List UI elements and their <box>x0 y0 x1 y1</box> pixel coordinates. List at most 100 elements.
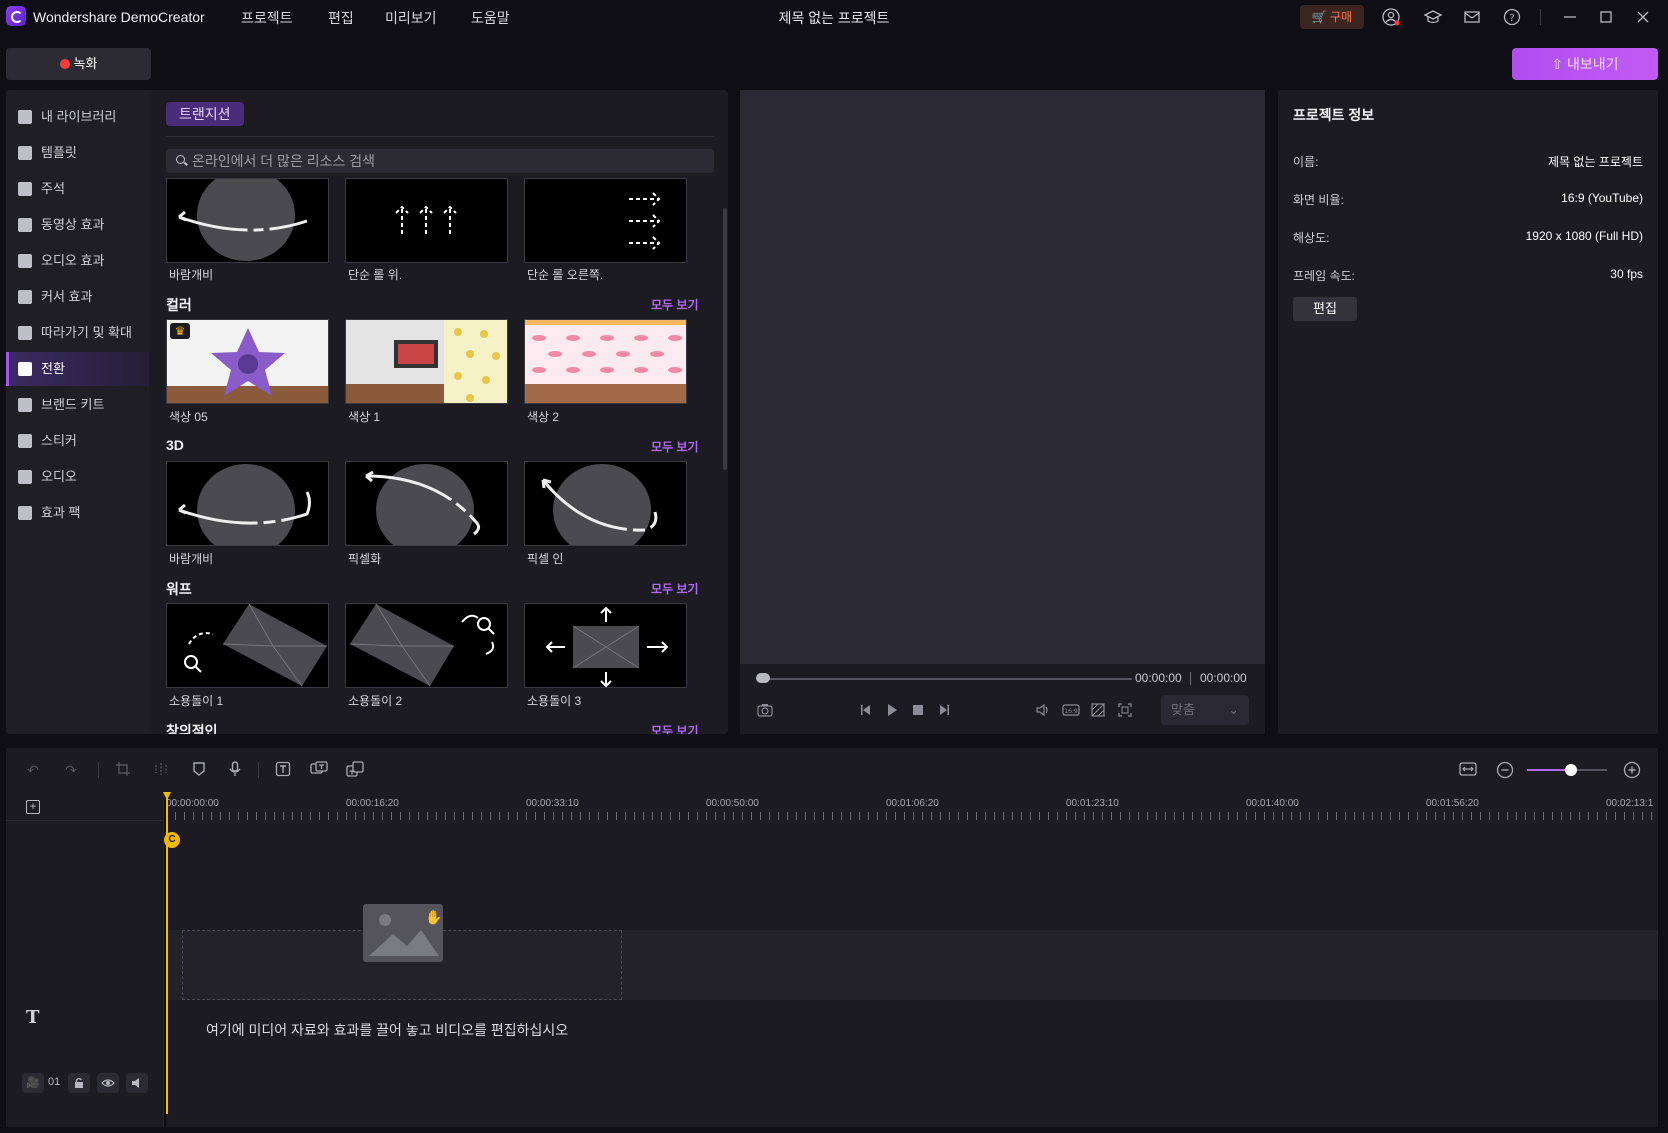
transition-thumb-swirl-1[interactable] <box>166 603 329 688</box>
transition-thumb-3d-pinwheel[interactable] <box>166 461 329 546</box>
cursor-effect-icon <box>18 290 32 304</box>
playhead-handle[interactable]: C <box>164 832 180 848</box>
transition-label: 바람개비 <box>169 268 214 282</box>
speaker-icon[interactable] <box>126 1073 148 1093</box>
buy-button[interactable]: 🛒 구매 <box>1300 5 1364 29</box>
undo-icon[interactable]: ↶ <box>24 761 42 779</box>
see-all-creative-link[interactable]: 모두 보기 <box>651 722 699 734</box>
transition-thumb-roll-up[interactable] <box>345 178 508 263</box>
record-button[interactable]: 녹화 <box>6 48 151 80</box>
crop-icon[interactable] <box>114 761 132 779</box>
safe-zone-icon[interactable] <box>1090 702 1106 718</box>
resource-panel: 트랜지션 온라인에서 더 많은 리소스 검색 바람개비 단순 롤 위. 단순 롤… <box>149 90 728 734</box>
sidebar-item-annotations[interactable]: 주석 <box>6 172 149 206</box>
transition-thumb-color-1[interactable] <box>345 319 508 404</box>
sidebar-item-brand-kit[interactable]: 브랜드 키트 <box>6 388 149 422</box>
info-value-name: 제목 없는 프로젝트 <box>1548 155 1643 169</box>
see-all-warp-link[interactable]: 모두 보기 <box>651 580 699 597</box>
template-icon <box>18 146 32 160</box>
next-frame-icon[interactable] <box>936 702 952 718</box>
academy-icon[interactable] <box>1423 8 1443 26</box>
sidebar-item-zoom-follow[interactable]: 따라가기 및 확대 <box>6 316 149 350</box>
zoom-out-icon[interactable] <box>1496 761 1514 779</box>
swirl-arrow-icon <box>178 210 308 232</box>
transition-thumb-pixel-in[interactable] <box>524 461 687 546</box>
user-icon[interactable] <box>1382 8 1400 26</box>
transition-thumb-color-05[interactable]: ♛ <box>166 319 329 404</box>
title-bar: Wondershare DemoCreator 프로젝트 편집 미리보기 도움말… <box>0 0 1668 34</box>
previous-frame-icon[interactable] <box>858 702 874 718</box>
playhead-marker-icon[interactable] <box>163 792 171 800</box>
redo-icon[interactable]: ↷ <box>62 761 80 779</box>
project-edit-button[interactable]: 편집 <box>1293 297 1357 321</box>
sidebar-item-label: 주석 <box>41 181 65 196</box>
sidebar-item-transitions[interactable]: 전환 <box>6 352 149 386</box>
marker-icon[interactable] <box>190 761 208 779</box>
snapshot-icon[interactable] <box>757 702 773 718</box>
transition-thumb-pinwheel[interactable] <box>166 178 329 263</box>
split-icon[interactable] <box>152 761 170 779</box>
sidebar-item-audio-effects[interactable]: 오디오 효과 <box>6 244 149 278</box>
add-track-icon[interactable]: + <box>26 800 40 814</box>
see-all-color-link[interactable]: 모두 보기 <box>651 296 699 313</box>
minimize-icon[interactable] <box>1561 8 1579 26</box>
zoom-slider[interactable] <box>1527 764 1607 776</box>
stop-icon[interactable] <box>910 702 926 718</box>
volume-icon[interactable] <box>1035 702 1051 718</box>
chevron-down-icon: ⌄ <box>1228 702 1239 717</box>
timeline-area[interactable]: 00:00:00:00 00:00:16:20 00:00:33:10 00:0… <box>166 792 1658 1127</box>
transition-thumb-color-2[interactable] <box>524 319 687 404</box>
toolbar-divider <box>258 762 259 778</box>
sidebar-item-label: 스티커 <box>41 433 77 448</box>
sidebar-item-video-effects[interactable]: 동영상 효과 <box>6 208 149 242</box>
close-icon[interactable] <box>1634 8 1652 26</box>
microphone-icon[interactable] <box>226 761 244 779</box>
info-label-name: 이름: <box>1293 155 1319 169</box>
text-caption-icon[interactable] <box>274 761 292 779</box>
sidebar-item-cursor-effects[interactable]: 커서 효과 <box>6 280 149 314</box>
see-all-3d-link[interactable]: 모두 보기 <box>651 438 699 455</box>
fullscreen-icon[interactable] <box>1117 702 1133 718</box>
track-number: 01 <box>48 1076 61 1088</box>
resource-scrollbar[interactable] <box>723 208 727 470</box>
info-value-aspect: 16:9 (YouTube) <box>1561 191 1643 205</box>
aspect-ratio-icon[interactable]: 16:9 <box>1062 702 1080 718</box>
transition-thumb-swirl-3[interactable] <box>524 603 687 688</box>
zoom-slider-handle[interactable] <box>1565 764 1577 776</box>
mail-icon[interactable] <box>1463 8 1481 26</box>
seek-track[interactable] <box>760 678 1132 680</box>
zoom-fit-select[interactable]: 맞춤 ⌄ <box>1161 695 1249 725</box>
ruler-label: 00:00:50:00 <box>706 798 759 809</box>
export-button[interactable]: ⇧ 내보내기 <box>1512 48 1658 80</box>
eye-icon[interactable] <box>97 1073 119 1093</box>
project-info-panel: 프로젝트 정보 이름: 제목 없는 프로젝트 화면 비율: 16:9 (YouT… <box>1278 90 1658 734</box>
titlebar-divider <box>1540 9 1541 25</box>
tab-transitions[interactable]: 트랜지션 <box>166 102 244 126</box>
sidebar-item-effect-pack[interactable]: 효과 팩 <box>6 496 149 530</box>
ruler-label: 00:00:33:10 <box>526 798 579 809</box>
help-icon[interactable]: ? <box>1503 8 1521 26</box>
total-time: 00:00:00 <box>1200 671 1247 685</box>
search-input[interactable]: 온라인에서 더 많은 리소스 검색 <box>166 149 714 173</box>
zoom-in-icon[interactable] <box>1623 761 1641 779</box>
time-ruler[interactable]: 00:00:00:00 00:00:16:20 00:00:33:10 00:0… <box>166 792 1658 820</box>
transition-thumb-swirl-2[interactable] <box>345 603 508 688</box>
fit-timeline-icon[interactable] <box>1459 761 1477 779</box>
maximize-icon[interactable] <box>1597 8 1615 26</box>
lock-icon[interactable] <box>68 1073 90 1093</box>
subtitle-icon[interactable] <box>310 761 328 779</box>
transition-label: 픽셀화 <box>348 552 382 566</box>
transition-thumb-pixelate[interactable] <box>345 461 508 546</box>
sidebar-item-label: 오디오 효과 <box>41 253 105 268</box>
play-icon[interactable] <box>884 702 900 718</box>
seek-handle[interactable] <box>756 673 770 683</box>
transition-thumb-roll-right[interactable] <box>524 178 687 263</box>
text-template-icon[interactable] <box>346 761 364 779</box>
annotation-icon <box>18 182 32 196</box>
sidebar-item-audio[interactable]: 오디오 <box>6 460 149 494</box>
sidebar-item-stickers[interactable]: 스티커 <box>6 424 149 458</box>
sidebar: 내 라이브러리 템플릿 주석 동영상 효과 오디오 효과 커서 효과 따라가기 … <box>6 90 149 734</box>
sidebar-item-templates[interactable]: 템플릿 <box>6 136 149 170</box>
sidebar-item-library[interactable]: 내 라이브러리 <box>6 100 149 134</box>
export-icon: ⇧ <box>1551 56 1564 72</box>
